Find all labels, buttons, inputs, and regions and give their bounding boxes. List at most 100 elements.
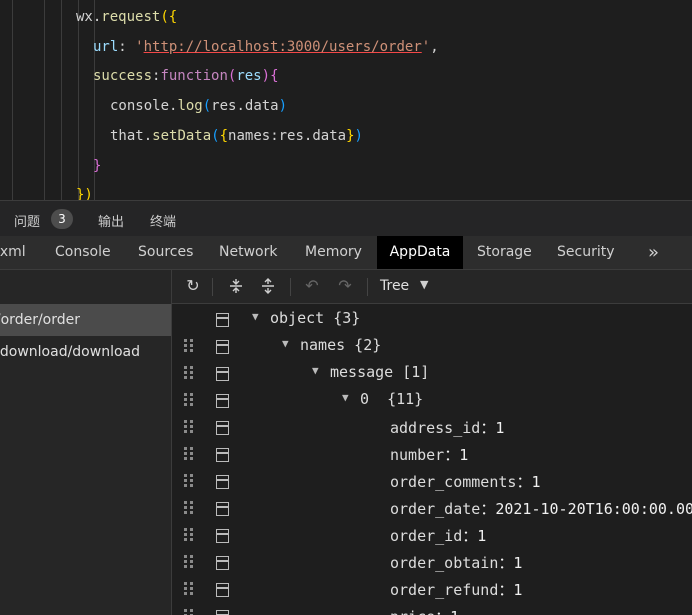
copy-node-icon[interactable] [216,394,229,408]
copy-node-icon[interactable] [216,583,229,597]
tab-output[interactable]: 输出 [98,211,124,230]
tree-row[interactable]: price：1 [172,603,692,615]
tree-row[interactable]: order_obtain：1 [172,549,692,576]
expand-all-icon[interactable] [259,277,277,295]
tree-row[interactable]: ▼ names {2} [172,333,692,360]
copy-node-icon[interactable] [216,529,229,543]
tree-node-value: 1 [513,581,523,599]
page-list-item[interactable]: pages/order/order [0,304,171,336]
tree-node-key: address_id：1 [390,419,505,437]
devtools-tab-sources[interactable]: Sources [138,236,193,269]
tree-node-key: message [1] [330,363,430,381]
code-line: } [93,157,102,174]
tree-row[interactable]: number：1 [172,441,692,468]
panel-tab-bar: 问题 3 输出 终端 [0,200,692,237]
drag-handle-icon[interactable] [184,501,194,515]
drag-handle-icon[interactable] [184,582,194,596]
tree-node-key: 0 {11} [360,390,424,408]
devtools-tab-network[interactable]: Network [219,236,277,269]
tab-terminal[interactable]: 终端 [150,211,176,230]
tree-row[interactable]: address_id：1 [172,414,692,441]
devtools-tab-memory[interactable]: Memory [305,236,362,269]
toolbar-divider [290,278,291,296]
devtools-tab-appdata[interactable]: AppData [377,236,463,269]
expand-triangle-icon[interactable]: ▼ [252,310,259,323]
copy-node-icon[interactable] [216,313,229,327]
tree-node-value: 1 [531,473,541,491]
copy-node-icon[interactable] [216,448,229,462]
tree-node-value: 1 [513,554,523,572]
undo-icon[interactable]: ↶ [303,277,321,295]
drag-handle-icon[interactable] [184,474,194,488]
devtools-tab-security[interactable]: Security [557,236,615,269]
tree-node-key: number：1 [390,446,469,464]
expand-triangle-icon[interactable]: ▼ [282,337,289,350]
copy-node-icon[interactable] [216,367,229,381]
tree-node-key: price：1 [390,606,459,615]
drag-handle-icon[interactable] [184,609,194,615]
tree-node-key: names {2} [300,336,382,354]
indent-guide [78,0,79,200]
code-line: console.log(res.data) [110,98,288,115]
code-line: that.setData({names:res.data}) [110,127,363,144]
drag-handle-icon[interactable] [184,420,194,434]
copy-node-icon[interactable] [216,475,229,489]
appdata-tree: ▼ object {3} ▼ names {2} ▼ message [1] ▼ 0 {11}… [172,304,692,615]
tree-row[interactable]: order_refund：1 [172,576,692,603]
indent-guide [61,0,62,200]
tree-node-value: 1 [450,608,459,615]
appdata-toolbar: ↻ ↶ ↷ Tree ▼ [172,270,692,304]
tab-problems[interactable]: 问题 [14,211,40,230]
copy-node-icon[interactable] [216,502,229,516]
devtools-tab-wxml[interactable]: Wxml [0,236,26,269]
code-editor[interactable]: wx.request({ url: 'http://localhost:3000/… [0,0,692,200]
tree-row[interactable]: ▼ 0 {11} [172,387,692,414]
more-tabs-icon[interactable]: » [648,236,659,269]
devtools-tab-storage[interactable]: Storage [477,236,532,269]
tree-node-key: order_obtain：1 [390,554,523,572]
copy-node-icon[interactable] [216,421,229,435]
tree-node-key: order_comments：1 [390,473,541,491]
tree-node-value: 1 [477,527,487,545]
copy-node-icon[interactable] [216,340,229,354]
tree-row[interactable]: ▼ object {3} [172,306,692,333]
tree-row[interactable]: order_date：2021-10-20T16:00:00.000Z [172,495,692,522]
tree-node-key: order_refund：1 [390,581,523,599]
page-list-item[interactable]: pages/download/download [0,336,171,368]
tree-row[interactable]: ▼ message [1] [172,360,692,387]
collapse-all-icon[interactable] [227,277,245,295]
toolbar-divider [212,278,213,296]
drag-handle-icon[interactable] [184,393,194,407]
tree-node-key: order_id：1 [390,527,487,545]
tree-node-key: order_date：2021-10-20T16:00:00.000Z [390,498,692,519]
problems-count-badge: 3 [51,209,73,229]
drag-handle-icon[interactable] [184,447,194,461]
indent-guide [44,0,45,200]
indent-guide [12,0,13,200]
expand-triangle-icon[interactable]: ▼ [312,364,319,377]
tree-row[interactable]: order_id：1 [172,522,692,549]
expand-triangle-icon[interactable]: ▼ [342,391,349,404]
tree-node-value: 1 [459,446,469,464]
drag-handle-icon[interactable] [184,339,194,353]
drag-handle-icon[interactable] [184,528,194,542]
code-line: success:function(res){ [93,68,279,85]
appdata-page-list: pages/order/orderpages/download/download [0,270,172,615]
toolbar-divider [367,278,368,296]
chevron-down-icon[interactable]: ▼ [420,278,428,291]
tree-row[interactable]: order_comments：1 [172,468,692,495]
devtools-tab-console[interactable]: Console [55,236,111,269]
tree-node-value: 2021-10-20T16:00:00.000Z [495,500,692,518]
drag-handle-icon[interactable] [184,366,194,380]
copy-node-icon[interactable] [216,610,229,615]
copy-node-icon[interactable] [216,556,229,570]
code-line: wx.request({ [76,9,178,25]
devtools-tab-bar: Wxml Console Sources Network Memory AppData St… [0,236,692,270]
code-line: }) [76,187,93,200]
drag-handle-icon[interactable] [184,555,194,569]
view-mode-select[interactable]: Tree [380,278,409,294]
code-line: url: 'http://localhost:3000/users/order'… [93,38,439,55]
refresh-icon[interactable]: ↻ [184,277,202,295]
tree-node-value: 1 [495,419,505,437]
redo-icon[interactable]: ↷ [336,277,354,295]
